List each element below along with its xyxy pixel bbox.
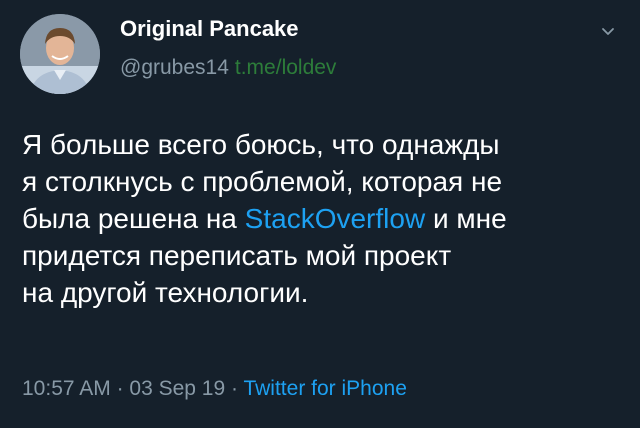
tweet-meta: 10:57 AM · 03 Sep 19 · Twitter for iPhon… <box>22 377 407 401</box>
avatar[interactable] <box>20 14 100 94</box>
user-handle[interactable]: @grubes14 <box>120 56 229 79</box>
tweet-line: Я больше всего боюсь, что однажды <box>22 129 500 160</box>
tweet-text: Я больше всего боюсь, что однажды я стол… <box>22 126 622 311</box>
tweet-date[interactable]: 03 Sep 19 <box>129 377 225 400</box>
watermark-text: t.me/loldev <box>234 56 337 79</box>
tweet-line-text: была решена на <box>22 203 245 234</box>
tweet-line-text: и мне <box>425 203 507 234</box>
tweet-time[interactable]: 10:57 AM <box>22 377 111 400</box>
tweet-line: придется переписать мой проект <box>22 240 452 271</box>
meta-separator: · <box>110 377 130 400</box>
meta-separator: · <box>225 377 244 400</box>
tweet-line: на другой технологии. <box>22 277 309 308</box>
stackoverflow-link[interactable]: StackOverflow <box>245 203 426 234</box>
chevron-down-icon[interactable] <box>600 24 616 40</box>
display-name[interactable]: Original Pancake <box>120 16 299 42</box>
tweet-source-link[interactable]: Twitter for iPhone <box>243 377 406 400</box>
tweet-card: Original Pancake @grubes14 t.me/loldev Я … <box>0 0 640 428</box>
handle-row: @grubes14 t.me/loldev <box>120 56 336 80</box>
tweet-line: была решена на StackOverflow и мне <box>22 200 622 237</box>
tweet-line: я столкнусь с проблемой, которая не <box>22 166 503 197</box>
